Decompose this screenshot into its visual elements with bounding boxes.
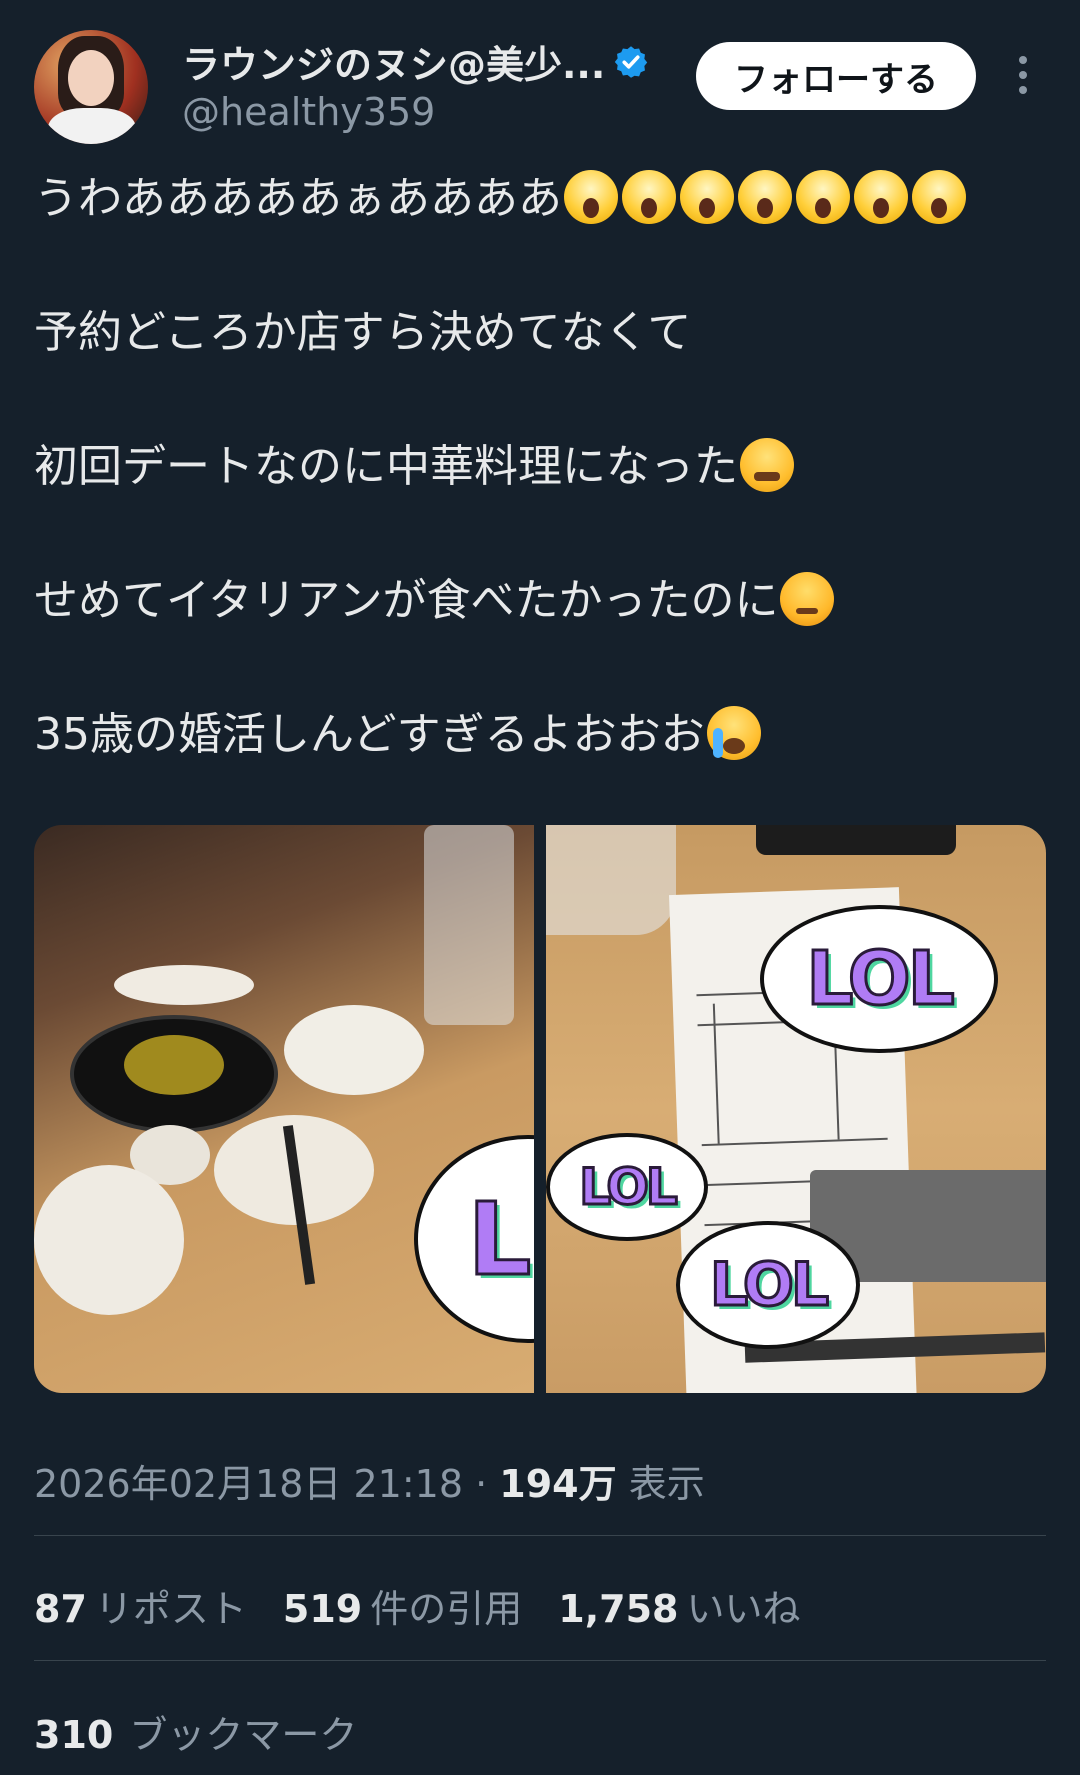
- author-display-name[interactable]: ラウンジのヌシ@美少...: [182, 34, 605, 89]
- more-options-icon[interactable]: [1010, 52, 1036, 102]
- face-screaming-in-fear-icon: [738, 170, 792, 224]
- tweet-line-1: うわあああああぁああああ: [34, 168, 968, 230]
- tweet-header: ラウンジのヌシ@美少... @healthy359 フォローする: [34, 30, 1046, 146]
- angry-face-icon: [780, 572, 835, 626]
- quotes-stat[interactable]: 519 件の引用: [283, 1578, 522, 1633]
- tweet-line-2: 予約どころか店すら決めてなくて: [34, 307, 692, 358]
- face-screaming-in-fear-icon: [680, 170, 734, 224]
- verified-badge-icon: [615, 45, 648, 78]
- author-name-row[interactable]: ラウンジのヌシ@美少...: [182, 34, 649, 89]
- face-screaming-in-fear-icon: [912, 170, 966, 224]
- bookmarks-stat[interactable]: 310 ブックマーク: [34, 1704, 357, 1759]
- divider: [34, 1660, 1046, 1661]
- reposts-stat[interactable]: 87 リポスト: [34, 1578, 247, 1633]
- likes-stat[interactable]: 1,758 いいね: [558, 1578, 800, 1633]
- avatar[interactable]: [34, 30, 148, 144]
- tweet-meta: 2026年02月18日 21:18 · 194万 表示: [34, 1453, 705, 1508]
- follow-button[interactable]: フォローする: [696, 42, 976, 110]
- tweet-line-3: 初回デートなのに中華料理になった: [34, 436, 796, 498]
- tweet-line-4: せめてイタリアンが食べたかったのに: [34, 570, 836, 632]
- face-screaming-in-fear-icon: [564, 170, 618, 224]
- photo-receipt[interactable]: LOL LOL LOL: [546, 825, 1046, 1393]
- divider: [34, 1535, 1046, 1536]
- lol-sticker: LOL: [676, 1221, 860, 1349]
- author-handle[interactable]: @healthy359: [182, 90, 435, 134]
- face-screaming-in-fear-icon: [854, 170, 908, 224]
- weary-face-icon: [740, 438, 794, 492]
- loudly-crying-face-icon: [706, 706, 761, 760]
- lol-sticker: LOL: [546, 1133, 708, 1241]
- face-screaming-in-fear-icon: [796, 170, 850, 224]
- photo-table-dishes[interactable]: L: [34, 825, 534, 1393]
- views-count: 194万: [499, 1462, 617, 1506]
- engagement-stats: 87 リポスト 519 件の引用 1,758 いいね: [34, 1578, 836, 1633]
- tweet-line-5: 35歳の婚活しんどすぎるよおおお: [34, 704, 763, 766]
- lol-sticker: L: [414, 1135, 534, 1343]
- views-label: 表示: [628, 1462, 705, 1506]
- meta-separator: ·: [475, 1462, 488, 1506]
- timestamp[interactable]: 2026年02月18日 21:18: [34, 1462, 463, 1506]
- face-screaming-in-fear-icon: [622, 170, 676, 224]
- lol-sticker: LOL: [760, 905, 998, 1053]
- media-grid: L LOL LOL LOL: [34, 825, 1046, 1393]
